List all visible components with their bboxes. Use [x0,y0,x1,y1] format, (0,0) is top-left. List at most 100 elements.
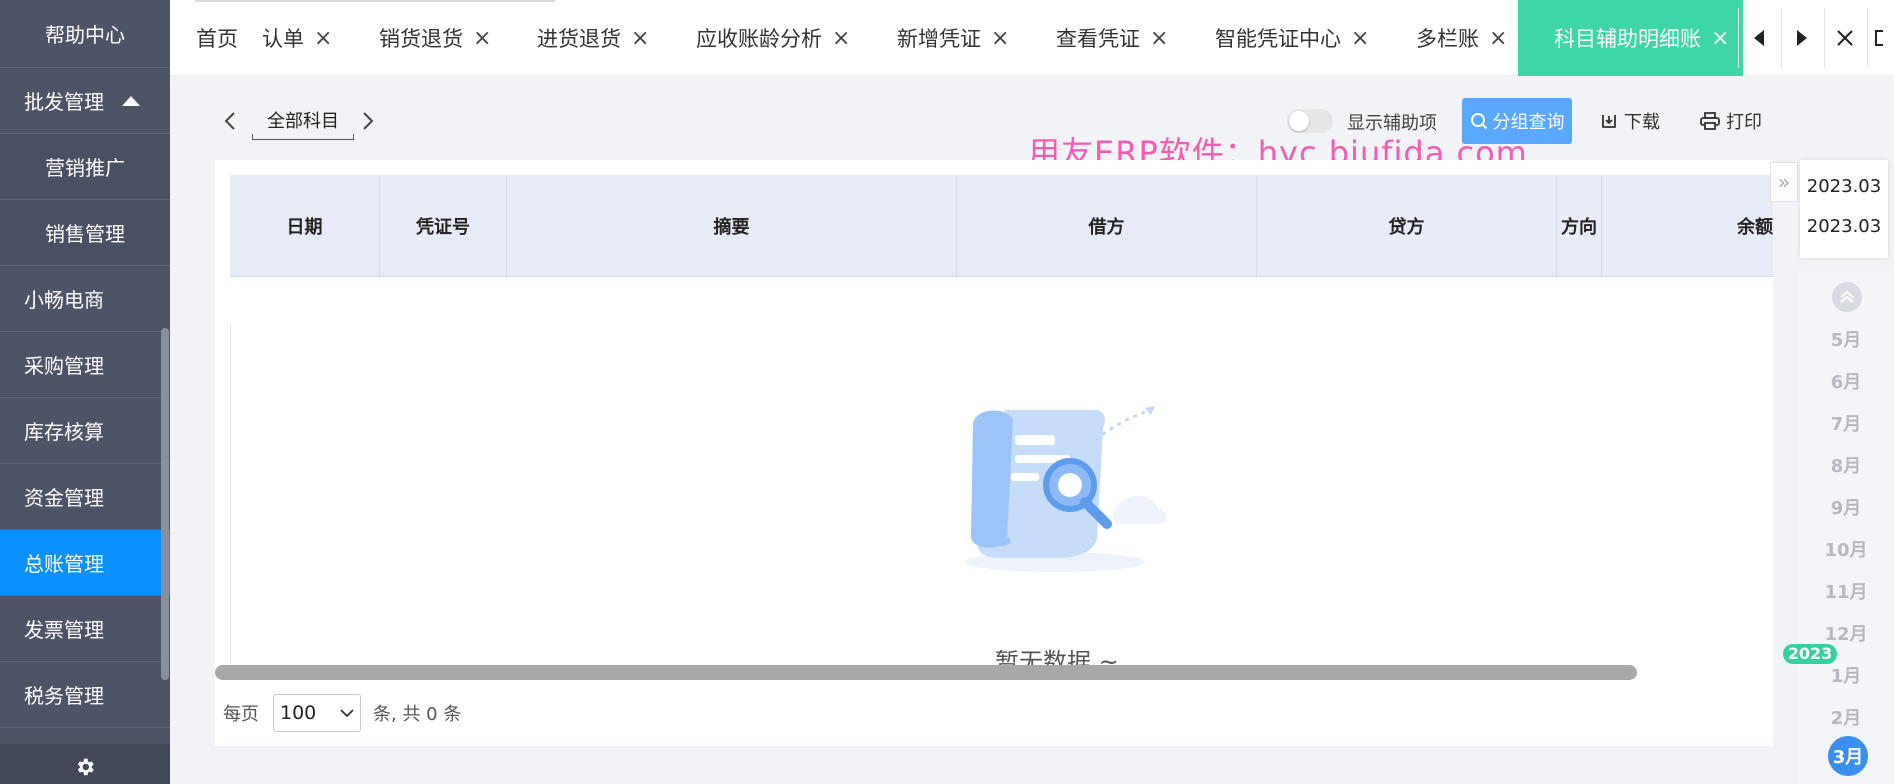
close-icon [1836,30,1853,46]
month-item[interactable]: 1月 [1798,662,1894,688]
close-icon[interactable]: × [631,26,649,51]
collapse-panel-button[interactable]: » [1770,162,1798,202]
month-item[interactable]: 2月 [1798,704,1894,730]
month-item[interactable]: 12月 [1798,620,1894,646]
close-icon[interactable]: × [1150,26,1168,51]
menu-label: 采购管理 [24,354,104,378]
fullscreen-icon [1875,30,1883,46]
gear-icon[interactable] [74,756,96,778]
current-month[interactable]: 3月 [1828,736,1868,776]
ledger-table-panel: 日期 凭证号 摘要 借方 贷方 方向 余额 暂无数据 ~ 每页 100 条, 共… [215,160,1773,746]
tab-next-button[interactable] [1781,8,1821,68]
tab-label: 认单 [262,27,304,51]
month-item[interactable]: 7月 [1798,410,1894,436]
menu-general-ledger[interactable]: 总账管理 [0,530,170,596]
tab-bar: 首页 认单 × 销货退货 × 进货退货 × 应收账龄分析 × 新增凭证 × 查看凭证 × 智… [170,0,1894,76]
tab-recognize[interactable]: 认单 × [262,0,332,76]
double-chevron-up-icon [1840,290,1854,303]
year-badge: 2023 [1783,644,1837,664]
horizontal-scrollbar[interactable] [215,665,1637,680]
menu-funds[interactable]: 资金管理 [0,464,170,530]
print-label: 打印 [1726,112,1762,133]
menu-ecommerce[interactable]: 小畅电商 [0,266,170,332]
menu-sales[interactable]: 销售管理 [0,200,170,266]
print-button[interactable]: 打印 [1700,108,1762,134]
tab-bar-divider [195,0,555,2]
download-icon [1602,115,1616,128]
chevron-down-icon [340,709,354,718]
month-item[interactable]: 11月 [1798,578,1894,604]
page-size-value: 100 [280,702,317,724]
tab-label: 进货退货 [537,27,621,51]
month-item[interactable]: 6月 [1798,368,1894,394]
column-header-balance[interactable]: 余额 [1602,175,1773,277]
menu-invoice[interactable]: 发票管理 [0,596,170,662]
month-item[interactable]: 10月 [1798,536,1894,562]
column-header-date[interactable]: 日期 [230,175,380,277]
start-period[interactable]: 2023.03 [1800,166,1888,206]
column-header-voucher-no[interactable]: 凭证号 [380,175,507,277]
page-total-text: 条, 共 0 条 [373,704,462,725]
fullscreen-button[interactable] [1867,8,1894,68]
scroll-up-button[interactable] [1832,282,1862,312]
next-subject-icon[interactable] [358,108,378,134]
page-size-select[interactable]: 100 [273,694,361,732]
end-period[interactable]: 2023.03 [1800,206,1888,246]
tab-new-voucher[interactable]: 新增凭证 × [897,0,1009,76]
tab-home[interactable]: 首页 [196,0,238,76]
subject-selector[interactable]: 全部科目 [252,108,354,140]
column-header-direction[interactable]: 方向 [1557,175,1602,277]
close-all-tabs-button[interactable] [1824,8,1864,68]
close-icon[interactable]: × [314,26,332,51]
printer-icon [1700,112,1720,130]
close-icon[interactable]: × [1351,26,1369,51]
month-item[interactable]: 5月 [1798,326,1894,352]
close-icon[interactable]: × [991,26,1009,51]
column-header-summary[interactable]: 摘要 [507,175,957,277]
menu-purchase[interactable]: 采购管理 [0,332,170,398]
menu-marketing[interactable]: 营销推广 [0,134,170,200]
tab-purchase-return[interactable]: 进货退货 × [537,0,649,76]
tab-subject-detail[interactable]: 科目辅助明细账 × [1518,0,1744,76]
menu-help-center[interactable]: 帮助中心 [0,0,170,68]
tab-sales-return[interactable]: 销货退货 × [379,0,491,76]
table-body-border [230,324,231,664]
page-size-prefix: 每页 [223,704,259,725]
close-icon[interactable]: × [1489,26,1507,51]
triangle-left-icon [1753,30,1764,46]
column-header-credit[interactable]: 贷方 [1257,175,1557,277]
tab-label: 应收账龄分析 [696,27,822,51]
download-button[interactable]: 下载 [1600,108,1660,134]
tab-smart-voucher[interactable]: 智能凭证中心 × [1215,0,1369,76]
tab-receivable-aging[interactable]: 应收账龄分析 × [696,0,850,76]
column-header-debit[interactable]: 借方 [957,175,1257,277]
prev-subject-icon[interactable] [220,108,240,134]
pagination: 每页 100 条, 共 0 条 [223,694,461,732]
close-icon[interactable]: × [1711,26,1729,51]
download-label: 下载 [1624,112,1660,133]
close-icon[interactable]: × [832,26,850,51]
month-item[interactable]: 8月 [1798,452,1894,478]
menu-tax[interactable]: 税务管理 [0,662,170,728]
menu-label: 发票管理 [24,618,104,642]
menu-label: 批发管理 [24,90,104,114]
menu-label: 资金管理 [24,486,104,510]
tab-label: 多栏账 [1416,27,1479,51]
sidebar-scrollbar[interactable] [161,328,169,680]
tab-multi-column[interactable]: 多栏账 × [1416,0,1507,76]
tab-view-voucher[interactable]: 查看凭证 × [1056,0,1168,76]
tab-prev-button[interactable] [1738,8,1778,68]
menu-label: 营销推广 [45,156,125,180]
month-item[interactable]: 9月 [1798,494,1894,520]
date-range-box: 2023.03 2023.03 [1800,160,1888,258]
menu-wholesale[interactable]: 批发管理 [0,68,170,134]
tab-label: 智能凭证中心 [1215,27,1341,51]
close-icon[interactable]: × [473,26,491,51]
menu-inventory[interactable]: 库存核算 [0,398,170,464]
double-chevron-right-icon: » [1777,170,1791,194]
month-timeline: 5月 6月 7月 8月 9月 10月 11月 12月 1月 2月 [1798,272,1894,784]
table-header: 日期 凭证号 摘要 借方 贷方 方向 余额 [230,175,1773,277]
tab-label: 首页 [196,27,238,51]
menu-label: 销售管理 [45,222,125,246]
tab-label: 新增凭证 [897,27,981,51]
